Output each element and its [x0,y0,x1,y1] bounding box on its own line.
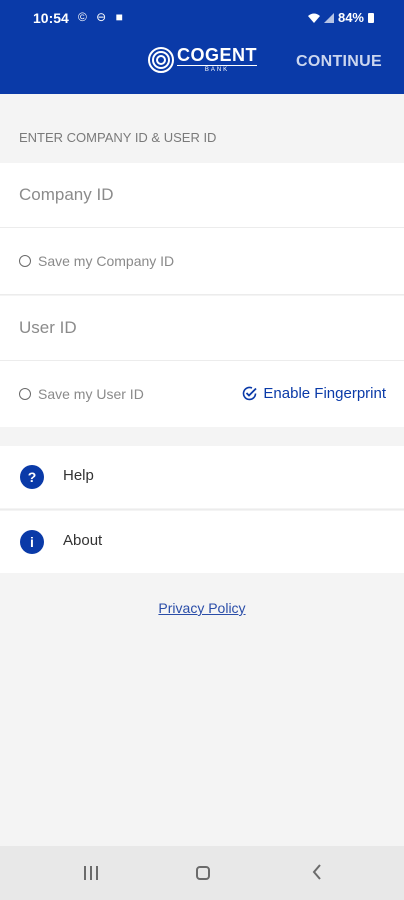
divider [0,509,404,510]
user-id-placeholder: User ID [19,318,77,337]
privacy-policy-row: Privacy Policy [0,600,404,618]
status-time: 10:54 [33,10,69,26]
menu-item-about[interactable]: i About [0,511,404,573]
privacy-policy-link[interactable]: Privacy Policy [158,600,245,616]
cogent-bank-logo: COGENT BANK [148,45,258,73]
info-icon: i [20,530,44,554]
user-id-field[interactable]: User ID [0,296,404,360]
signal-icon [323,12,334,23]
status-right: 84% [307,10,374,25]
question-icon: ? [20,465,44,489]
wifi-icon [307,13,320,23]
app-header: COGENT BANK CONTINUE [0,32,404,94]
continue-button[interactable]: CONTINUE [296,53,382,71]
menu-item-help[interactable]: ? Help [0,446,404,508]
section-label: ENTER COMPANY ID & USER ID [19,130,217,145]
battery-level: 84% [337,10,364,25]
status-notification-icons: © ⊖ ■ [78,10,126,24]
menu-item-help-label: Help [63,467,94,484]
logo-name: COGENT [177,45,258,65]
recents-button[interactable] [84,866,98,880]
back-button[interactable] [312,864,322,880]
home-button[interactable] [196,866,210,880]
save-company-id-label[interactable]: Save my Company ID [38,253,174,269]
company-id-field[interactable]: Company ID [0,163,404,227]
save-company-id-radio[interactable] [19,255,31,267]
enable-fingerprint-label: Enable Fingerprint [263,385,386,402]
enable-fingerprint-button[interactable]: Enable Fingerprint [241,385,386,402]
save-user-id-radio[interactable] [19,388,31,400]
logo-sub: BANK [177,65,258,73]
recents-icon [84,866,86,880]
battery-icon [368,12,374,23]
status-bar: 10:54 © ⊖ ■ 84% [0,0,404,32]
save-user-id-label[interactable]: Save my User ID [38,386,144,402]
check-circle-icon [243,386,258,401]
logo-mark-icon [148,46,174,73]
menu-item-about-label: About [63,532,103,549]
save-user-id-row: Save my User ID Enable Fingerprint [0,361,404,427]
system-nav-bar [0,846,404,900]
save-company-id-row: Save my Company ID [0,228,404,294]
company-id-placeholder: Company ID [19,185,114,204]
divider [0,294,404,295]
